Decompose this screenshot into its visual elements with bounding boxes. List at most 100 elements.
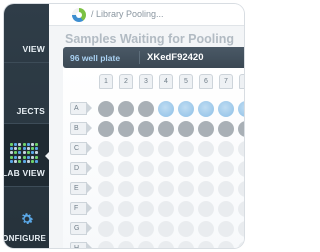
well-A6[interactable]: [198, 101, 214, 117]
column-header-7[interactable]: 7: [219, 74, 233, 89]
well-C4[interactable]: [158, 141, 174, 157]
row-header-B[interactable]: B: [70, 122, 92, 135]
well-F5[interactable]: [178, 201, 194, 217]
plate-grid-icon-dot: [18, 147, 22, 151]
breadcrumb[interactable]: / Library Pooling...: [91, 9, 164, 19]
plate-grid-icon-dot: [31, 151, 34, 155]
well-G5[interactable]: [178, 221, 194, 237]
well-F8[interactable]: [238, 201, 244, 217]
well-B5[interactable]: [178, 121, 194, 137]
well-E8[interactable]: [238, 181, 244, 197]
app-logo-icon[interactable]: [72, 8, 86, 22]
plate-grid-icon-dot: [18, 155, 22, 159]
well-D4[interactable]: [158, 161, 174, 177]
well-A1[interactable]: [98, 101, 114, 117]
plate-grid-icon-dot: [22, 147, 26, 151]
well-B7[interactable]: [218, 121, 234, 137]
well-C8[interactable]: [238, 141, 244, 157]
well-D7[interactable]: [218, 161, 234, 177]
well-D6[interactable]: [198, 161, 214, 177]
column-header-4[interactable]: 4: [159, 74, 173, 89]
well-G1[interactable]: [98, 221, 114, 237]
well-E7[interactable]: [218, 181, 234, 197]
row-header-H[interactable]: H: [70, 242, 92, 248]
well-A2[interactable]: [118, 101, 134, 117]
well-C3[interactable]: [138, 141, 154, 157]
row-header-A[interactable]: A: [70, 102, 92, 115]
well-B2[interactable]: [118, 121, 134, 137]
well-E6[interactable]: [198, 181, 214, 197]
well-E1[interactable]: [98, 181, 114, 197]
well-F3[interactable]: [138, 201, 154, 217]
well-F7[interactable]: [218, 201, 234, 217]
well-G2[interactable]: [118, 221, 134, 237]
plate-type-label[interactable]: 96 well plate: [70, 53, 120, 63]
column-header-6[interactable]: 6: [199, 74, 213, 89]
well-H7[interactable]: [218, 241, 234, 248]
well-C6[interactable]: [198, 141, 214, 157]
main-content: / Library Pooling... Samples Waiting for…: [49, 4, 244, 248]
row-header-F[interactable]: F: [70, 202, 92, 215]
well-F2[interactable]: [118, 201, 134, 217]
well-H6[interactable]: [198, 241, 214, 248]
well-B6[interactable]: [198, 121, 214, 137]
sidebar-item-projects[interactable]: JECTS: [4, 63, 49, 123]
row-header-G[interactable]: G: [70, 222, 92, 235]
plate-grid-icon-dot: [35, 143, 39, 146]
well-D2[interactable]: [118, 161, 134, 177]
row-header-D[interactable]: D: [70, 162, 92, 175]
well-C2[interactable]: [118, 141, 134, 157]
sidebar-item-configure[interactable]: CONFIGURE: [4, 187, 49, 248]
well-G7[interactable]: [218, 221, 234, 237]
well-H8[interactable]: [238, 241, 244, 248]
row-header-E[interactable]: E: [70, 182, 92, 195]
well-F6[interactable]: [198, 201, 214, 217]
plate-grid: 123456789ABCDEFGH: [63, 68, 244, 248]
column-header-5[interactable]: 5: [179, 74, 193, 89]
well-D3[interactable]: [138, 161, 154, 177]
sidebar-item-label: VIEW: [22, 44, 45, 54]
well-H1[interactable]: [98, 241, 114, 248]
column-header-3[interactable]: 3: [139, 74, 153, 89]
plate-grid-icon: [10, 143, 40, 165]
well-A3[interactable]: [138, 101, 154, 117]
well-B3[interactable]: [138, 121, 154, 137]
well-G8[interactable]: [238, 221, 244, 237]
well-F1[interactable]: [98, 201, 114, 217]
plate-grid-icon-dot: [26, 147, 30, 151]
well-F4[interactable]: [158, 201, 174, 217]
well-B1[interactable]: [98, 121, 114, 137]
sidebar-item-lab-view[interactable]: LAB VIEW: [4, 124, 49, 186]
well-H4[interactable]: [158, 241, 174, 248]
well-G4[interactable]: [158, 221, 174, 237]
well-H2[interactable]: [118, 241, 134, 248]
sidebar-item-overview[interactable]: VIEW: [4, 4, 49, 62]
well-H5[interactable]: [178, 241, 194, 248]
column-header-8[interactable]: 8: [239, 74, 244, 89]
well-D5[interactable]: [178, 161, 194, 177]
well-E2[interactable]: [118, 181, 134, 197]
well-G6[interactable]: [198, 221, 214, 237]
well-D1[interactable]: [98, 161, 114, 177]
well-B4[interactable]: [158, 121, 174, 137]
plate-grid-icon-dot: [22, 151, 26, 155]
column-header-2[interactable]: 2: [119, 74, 133, 89]
well-A7[interactable]: [218, 101, 234, 117]
well-H3[interactable]: [138, 241, 154, 248]
well-G3[interactable]: [138, 221, 154, 237]
well-A5[interactable]: [178, 101, 194, 117]
well-C7[interactable]: [218, 141, 234, 157]
well-C1[interactable]: [98, 141, 114, 157]
well-A4[interactable]: [158, 101, 174, 117]
well-E4[interactable]: [158, 181, 174, 197]
column-header-1[interactable]: 1: [99, 74, 113, 89]
well-B8[interactable]: [238, 121, 244, 137]
row-header-C[interactable]: C: [70, 142, 92, 155]
app-window: VIEW JECTS LAB VIEW CONFIGURE / Library …: [4, 4, 244, 248]
sidebar-item-label: JECTS: [16, 106, 45, 116]
well-A8[interactable]: [238, 101, 244, 117]
well-E5[interactable]: [178, 181, 194, 197]
well-E3[interactable]: [138, 181, 154, 197]
well-C5[interactable]: [178, 141, 194, 157]
well-D8[interactable]: [238, 161, 244, 177]
